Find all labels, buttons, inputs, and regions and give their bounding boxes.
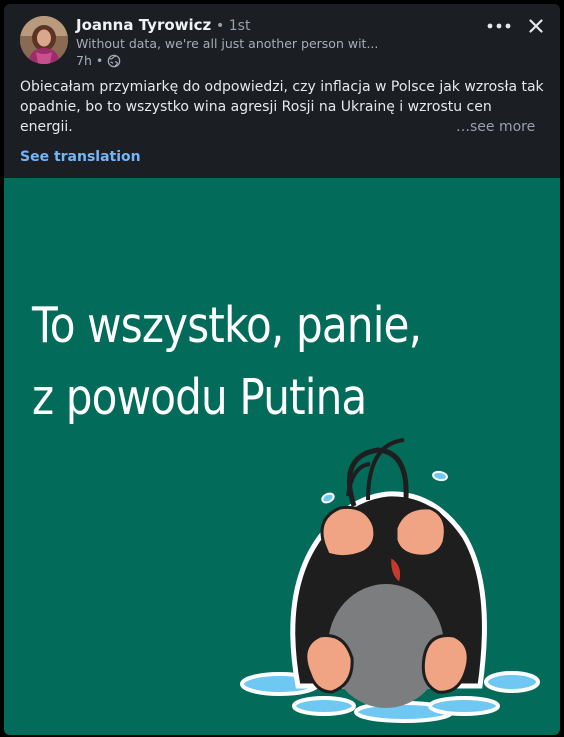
avatar-image — [20, 16, 68, 64]
image-caption-line2: z powodu Putina — [32, 369, 367, 426]
close-icon — [529, 19, 543, 33]
see-more-link[interactable]: …see more — [454, 117, 536, 137]
connection-degree: • 1st — [216, 18, 251, 34]
see-translation-button[interactable]: See translation — [20, 147, 141, 167]
author-name[interactable]: Joanna Tyrowicz — [76, 16, 211, 34]
close-button[interactable] — [522, 14, 550, 38]
post-header: Joanna Tyrowicz • 1st Without data, we'r… — [4, 4, 560, 68]
author-avatar[interactable] — [20, 16, 68, 64]
post-meta: 7h • — [76, 53, 121, 69]
more-options-button[interactable] — [482, 14, 516, 38]
image-caption: To wszystko, panie, z powodu Putina — [32, 290, 462, 434]
more-horizontal-icon — [487, 23, 511, 29]
author-headline: Without data, we're all just another per… — [76, 36, 379, 51]
author-line: Joanna Tyrowicz • 1st — [76, 15, 250, 36]
post-image[interactable]: To wszystko, panie, z powodu Putina — [4, 178, 560, 735]
globe-icon — [107, 54, 121, 68]
image-caption-line1: To wszystko, panie, — [32, 297, 422, 354]
post-time: 7h • — [76, 53, 104, 68]
post-card: Joanna Tyrowicz • 1st Without data, we'r… — [4, 4, 560, 735]
crying-mole-illustration — [240, 438, 540, 723]
